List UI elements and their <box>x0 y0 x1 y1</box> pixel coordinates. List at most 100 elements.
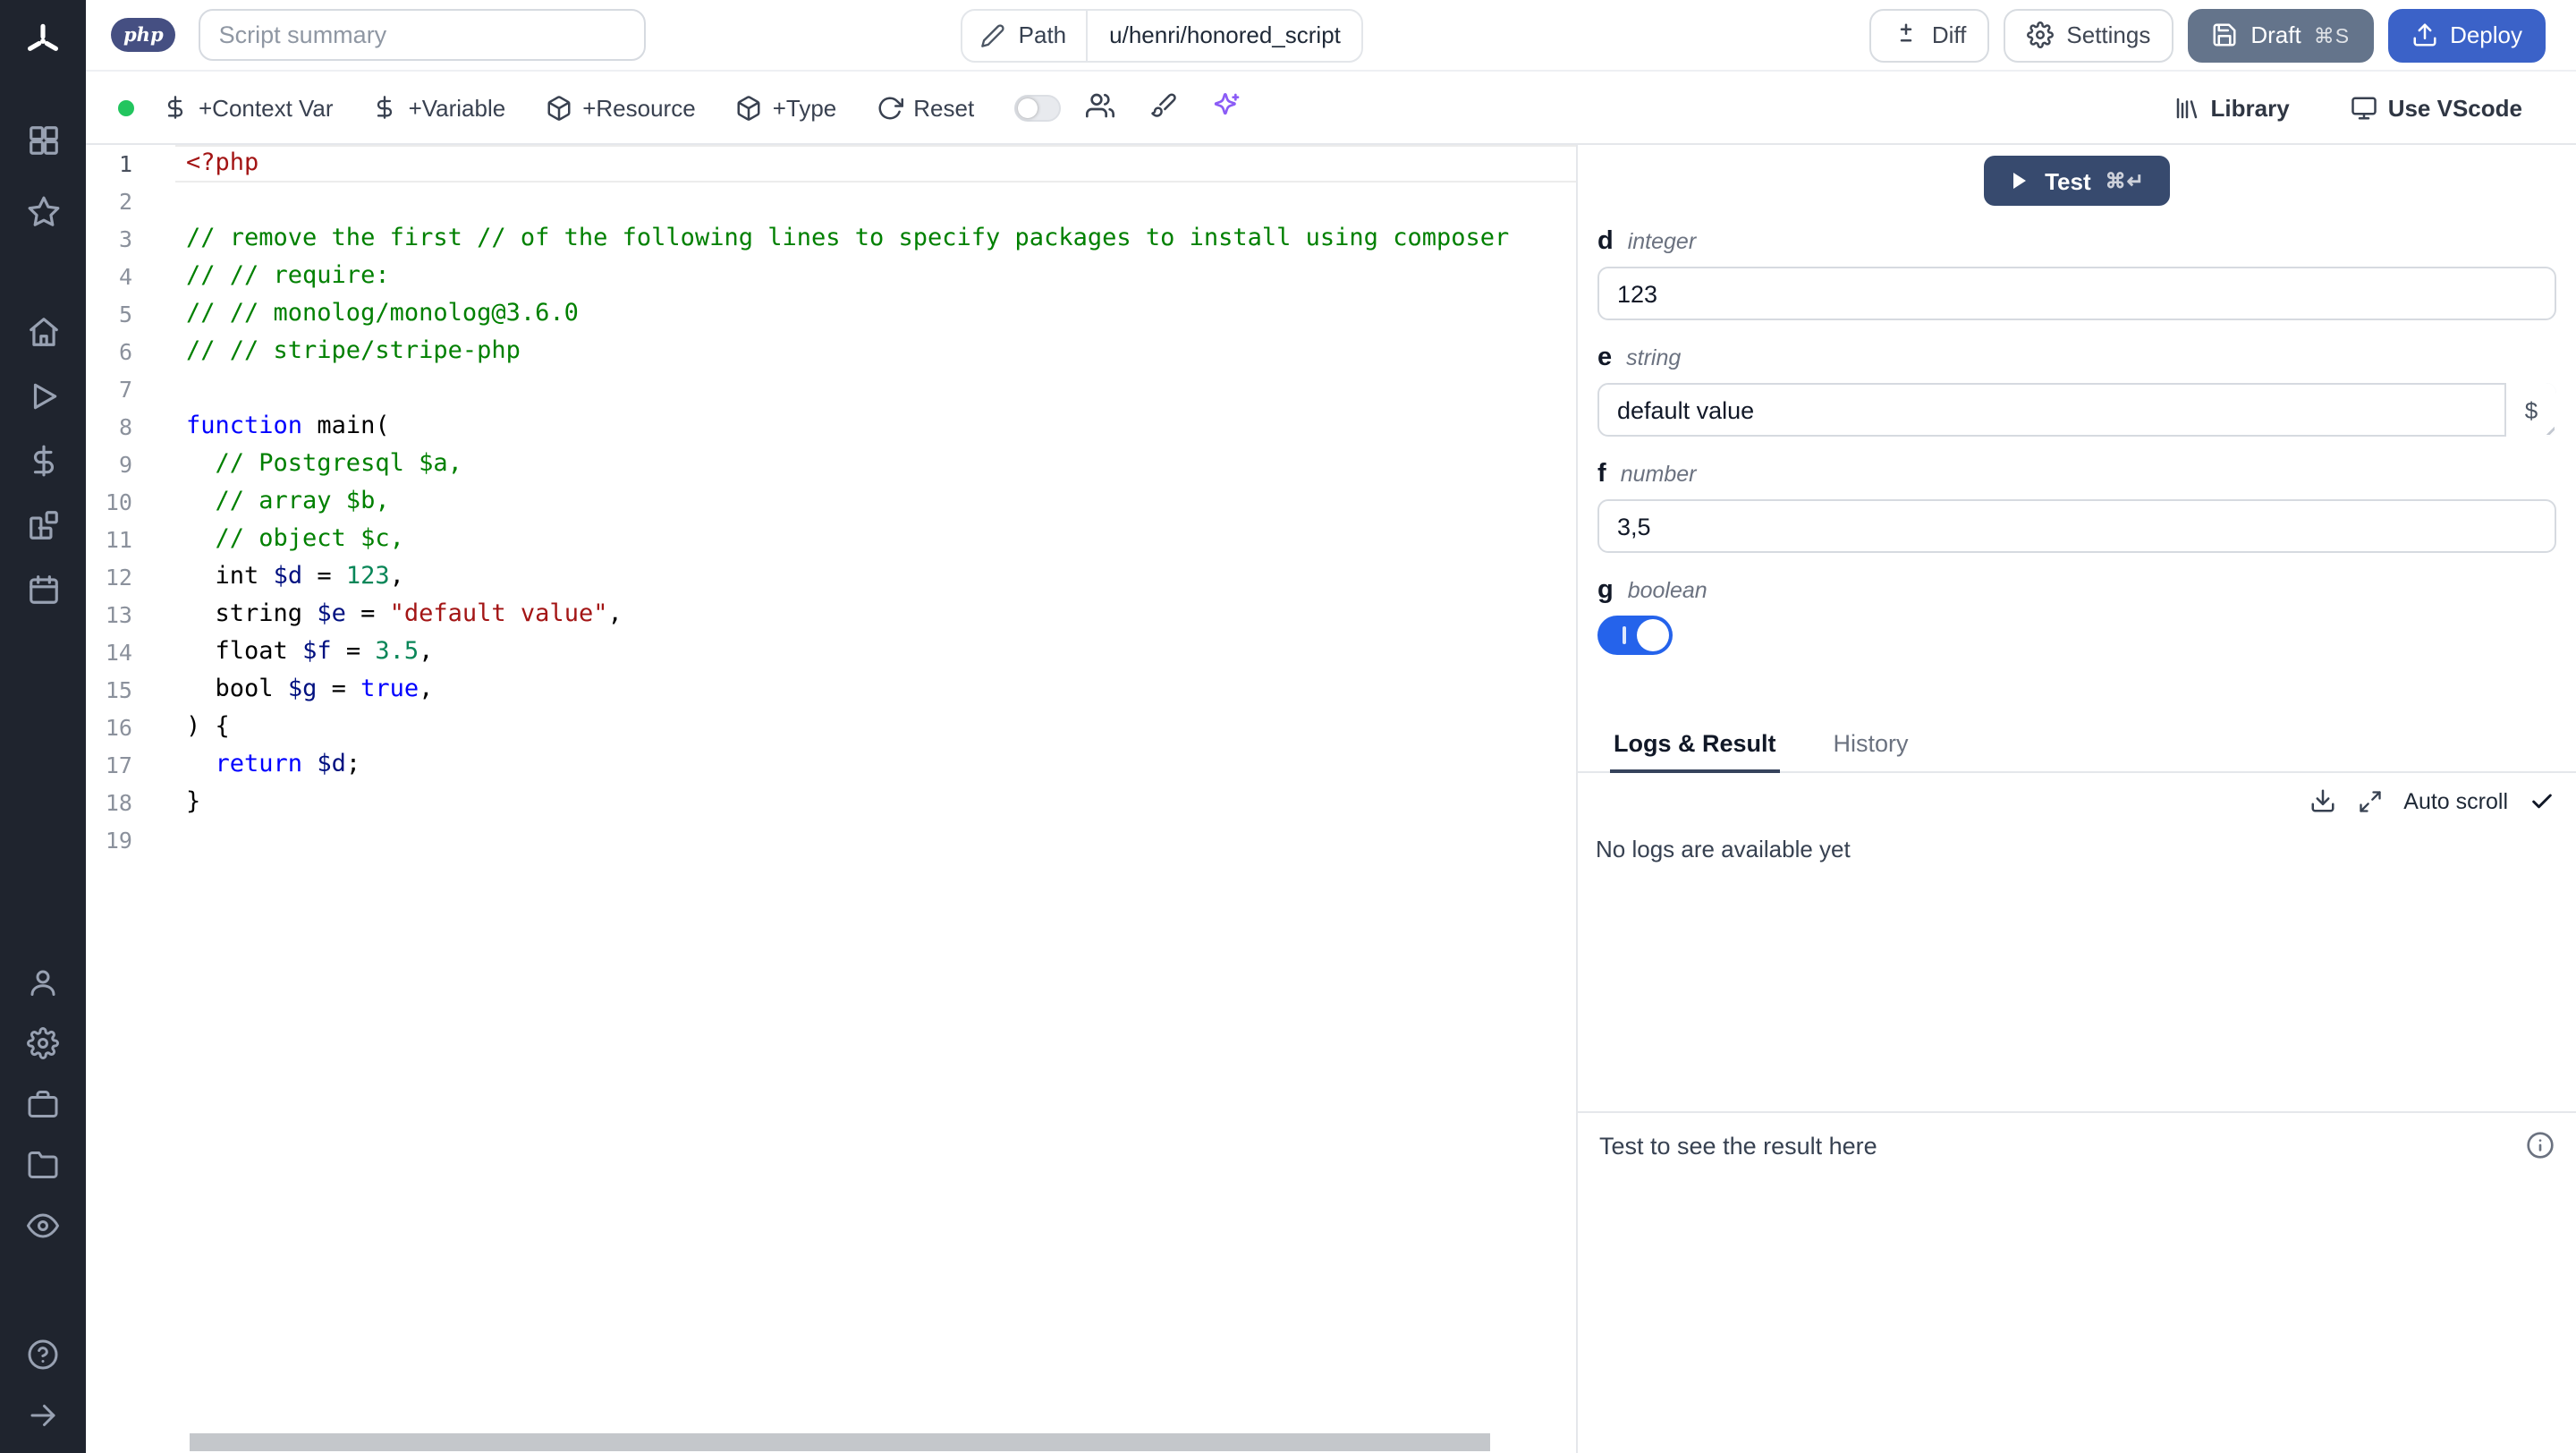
sidebar-home-icon[interactable] <box>0 299 86 363</box>
add-variable-button[interactable]: +Variable <box>373 94 505 121</box>
sparkles-icon <box>1212 90 1241 124</box>
deploy-button[interactable]: Deploy <box>2387 8 2546 62</box>
sidebar-user-icon[interactable] <box>0 952 86 1013</box>
library-button[interactable]: Library <box>2174 94 2290 121</box>
add-resource-button[interactable]: +Resource <box>545 94 696 121</box>
arg-type: string <box>1626 345 1682 370</box>
topbar: php Path u/henri/honored_script Diff Set… <box>86 0 2576 72</box>
code-line[interactable]: 1 <?php <box>86 145 1576 183</box>
status-dot <box>118 99 134 115</box>
code-line[interactable]: 7 <box>86 370 1576 408</box>
format-code-button[interactable] <box>1149 91 1176 123</box>
auto-scroll-label[interactable]: Auto scroll <box>2403 788 2508 813</box>
code-line[interactable]: 19 <box>86 821 1576 859</box>
code-line[interactable]: 14 float $f = 3.5, <box>86 633 1576 671</box>
sidebar-help-icon[interactable] <box>0 1324 86 1385</box>
arguments-form: d integer estring$ fnumber g boolean <box>1578 217 2576 678</box>
path-control[interactable]: Path u/henri/honored_script <box>961 8 1364 62</box>
diff-button[interactable]: Diff <box>1868 8 1990 62</box>
code-line[interactable]: 15 bool $g = true, <box>86 671 1576 709</box>
code-line[interactable]: 12 int $d = 123, <box>86 558 1576 596</box>
sidebar-settings-icon[interactable] <box>0 1013 86 1074</box>
gear-icon <box>2027 21 2055 48</box>
code-line[interactable]: 10 // array $b, <box>86 483 1576 521</box>
code-line[interactable]: 2 <box>86 183 1576 220</box>
line-number: 19 <box>105 827 132 854</box>
windmill-logo-icon[interactable] <box>0 18 86 64</box>
preview-panel: Test ⌘↵ dintegerestring$fnumbergboolean … <box>1576 145 2576 1453</box>
download-logs-icon[interactable] <box>2309 787 2335 814</box>
test-button-label: Test <box>2045 167 2091 194</box>
line-number: 15 <box>105 676 132 703</box>
sidebar-arrow-right-icon[interactable] <box>0 1385 86 1446</box>
line-number: 10 <box>105 489 132 515</box>
horizontal-scrollbar[interactable] <box>86 1432 1551 1453</box>
code-editor[interactable]: 1 <?php 2 3// remove the first // of the fo… <box>86 145 1576 1453</box>
code-line[interactable]: 3// remove the first // of the following… <box>86 220 1576 258</box>
logs-section: Auto scroll No logs are available yet <box>1578 773 2576 1111</box>
sidebar-play-icon[interactable] <box>0 363 86 428</box>
sidebar-eye-icon[interactable] <box>0 1195 86 1256</box>
path-label: Path <box>1018 21 1067 48</box>
code-line[interactable]: 16) { <box>86 709 1576 746</box>
code-line[interactable]: 11 // object $c, <box>86 521 1576 558</box>
code-line[interactable]: 18} <box>86 784 1576 821</box>
pencil-icon <box>981 22 1006 47</box>
language-badge: php <box>111 18 176 52</box>
code-line[interactable]: 5// // monolog/monolog@3.6.0 <box>86 295 1576 333</box>
add-type-button[interactable]: +Type <box>735 94 836 121</box>
sidebar-blocks-icon[interactable] <box>0 492 86 557</box>
code-line[interactable]: 4// // require: <box>86 258 1576 295</box>
code-line[interactable]: 17 return $d; <box>86 746 1576 784</box>
settings-button[interactable]: Settings <box>2004 8 2174 62</box>
horizontal-scrollbar-thumb[interactable] <box>190 1433 1490 1451</box>
tab-history[interactable]: History <box>1830 723 1912 771</box>
line-number: 6 <box>118 338 132 365</box>
ai-assistant-button[interactable] <box>1212 90 1241 124</box>
code-line[interactable]: 8 function main( <box>86 408 1576 446</box>
draft-button[interactable]: Draft ⌘S <box>2188 8 2374 62</box>
line-number: 9 <box>118 451 132 478</box>
code-line[interactable]: 6// // stripe/stripe-php <box>86 333 1576 370</box>
script-summary-input[interactable] <box>199 9 647 61</box>
arg-type: number <box>1620 462 1697 487</box>
draft-button-label: Draft <box>2250 21 2301 48</box>
sidebar-star-icon[interactable] <box>0 175 86 247</box>
path-value: u/henri/honored_script <box>1086 10 1362 60</box>
arg-toggle-g[interactable] <box>1597 616 1673 655</box>
test-button[interactable]: Test ⌘↵ <box>1984 156 2170 206</box>
line-number: 2 <box>118 188 132 215</box>
arg-input-e[interactable] <box>1597 383 2556 437</box>
multiplayer-users-button[interactable] <box>1085 90 1114 124</box>
sidebar-dollar-icon[interactable] <box>0 428 86 492</box>
info-icon[interactable] <box>2526 1131 2555 1160</box>
line-number: 13 <box>105 601 132 628</box>
check-icon[interactable] <box>2529 788 2555 813</box>
sidebar-calendar-icon[interactable] <box>0 557 86 621</box>
arg-type: boolean <box>1627 578 1707 603</box>
expand-logs-icon[interactable] <box>2357 788 2382 813</box>
arg-input-f[interactable] <box>1597 499 2556 553</box>
code-line[interactable]: 9 // Postgresql $a, <box>86 446 1576 483</box>
editor-toolbar: +Context Var +Variable +Resource +Type R… <box>86 72 2576 145</box>
multiplayer-toggle[interactable] <box>1013 94 1061 121</box>
line-number: 8 <box>118 413 132 440</box>
reset-button[interactable]: Reset <box>876 94 974 121</box>
add-context-var-button[interactable]: +Context Var <box>163 94 334 121</box>
dollar-icon <box>163 95 188 120</box>
use-vscode-button[interactable]: Use VScode <box>2351 94 2522 121</box>
sidebar-folder-icon[interactable] <box>0 1134 86 1195</box>
result-section: Test to see the result here <box>1578 1111 2576 1177</box>
line-number: 1 <box>118 150 132 177</box>
tab-logs-result[interactable]: Logs & Result <box>1610 723 1780 773</box>
arg-field-d: d integer <box>1597 227 2556 320</box>
arg-input-d[interactable] <box>1597 267 2556 320</box>
arg-field-e: estring$ <box>1597 344 2556 437</box>
code-line[interactable]: 13 string $e = "default value", <box>86 596 1576 633</box>
sidebar-briefcase-icon[interactable] <box>0 1074 86 1134</box>
sidebar-grid-icon[interactable] <box>0 104 86 175</box>
dollar-icon <box>373 95 398 120</box>
arg-field-f: f number <box>1597 460 2556 553</box>
reset-icon <box>876 94 903 121</box>
package-icon <box>735 94 762 121</box>
